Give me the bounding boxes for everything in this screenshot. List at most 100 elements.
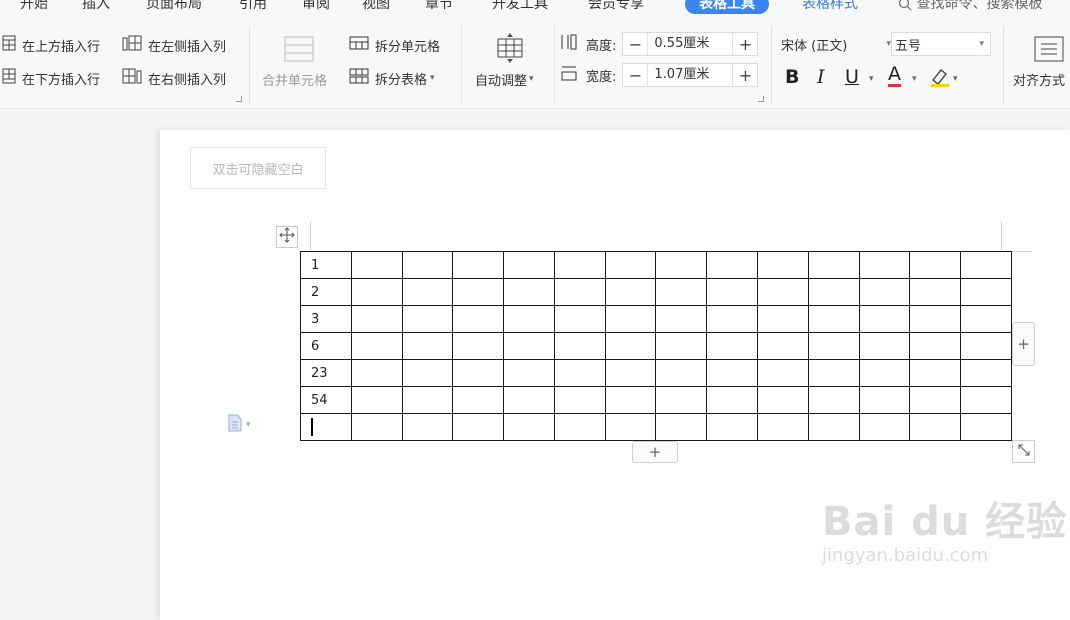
table-cell[interactable] [757, 332, 809, 360]
table-cell[interactable] [757, 413, 809, 441]
table-cell[interactable] [553, 359, 606, 387]
table-cell[interactable] [452, 359, 505, 387]
tab-insert[interactable]: 插入 [82, 0, 110, 14]
tab-view[interactable]: 视图 [362, 0, 390, 14]
table-cell[interactable] [604, 359, 657, 387]
insert-row-above-button[interactable]: 在上方插入行 [2, 34, 100, 56]
table-cell[interactable] [858, 305, 911, 333]
group-launcher-icon[interactable] [236, 96, 242, 102]
table-cell[interactable]: 54 [300, 386, 352, 414]
table-cell[interactable] [350, 305, 403, 333]
table-cell[interactable] [909, 359, 962, 387]
hide-blank-button[interactable]: 双击可隐藏空白 [190, 147, 326, 189]
add-column-button[interactable]: + [1012, 322, 1035, 366]
font-color-icon[interactable]: A [888, 64, 901, 87]
table-cell[interactable] [909, 305, 962, 333]
table-cell[interactable] [909, 251, 962, 279]
table-cell[interactable] [757, 251, 809, 279]
table-resize-handle[interactable] [1012, 440, 1035, 463]
table-cell[interactable] [503, 413, 555, 441]
table-cell[interactable]: 3 [300, 305, 352, 333]
table-cell[interactable] [503, 386, 555, 414]
table-cell[interactable] [401, 305, 454, 333]
table-cell[interactable] [655, 305, 708, 333]
group-launcher-icon[interactable] [758, 96, 764, 102]
table-cell[interactable] [807, 332, 860, 360]
table-cell[interactable] [706, 305, 759, 333]
table-cell[interactable] [553, 386, 606, 414]
insert-row-below-button[interactable]: 在下方插入行 [2, 67, 100, 89]
tab-developer[interactable]: 开发工具 [492, 0, 548, 14]
table-cell[interactable] [401, 386, 454, 414]
font-family-select[interactable]: 宋体 (正文) ▾ [777, 32, 891, 56]
tab-home[interactable]: 开始 [20, 0, 48, 14]
align-icon[interactable] [1034, 36, 1064, 66]
table-cell[interactable] [553, 251, 606, 279]
row-height-value[interactable]: 0.55厘米 [647, 33, 734, 55]
table-cell[interactable]: 2 [300, 278, 352, 306]
table-cell[interactable]: 23 [300, 359, 352, 387]
tab-review[interactable]: 审阅 [302, 0, 330, 14]
table-cell[interactable] [300, 413, 352, 441]
table-cell[interactable] [807, 386, 860, 414]
tab-table-tools[interactable]: 表格工具 [685, 0, 769, 14]
table-cell[interactable] [960, 386, 1012, 414]
table-cell[interactable] [604, 386, 657, 414]
table-cell[interactable] [452, 305, 505, 333]
table-cell[interactable] [401, 251, 454, 279]
table-cell[interactable] [503, 359, 555, 387]
table-cell[interactable] [503, 251, 555, 279]
tab-references[interactable]: 引用 [239, 0, 267, 14]
table-cell[interactable] [350, 251, 403, 279]
table-cell[interactable] [858, 251, 911, 279]
tab-chapter[interactable]: 章节 [425, 0, 453, 14]
table-cell[interactable] [401, 332, 454, 360]
table-cell[interactable]: 6 [300, 332, 352, 360]
table-cell[interactable] [655, 413, 708, 441]
table-cell[interactable] [350, 359, 403, 387]
table-move-handle[interactable] [276, 226, 298, 248]
table-cell[interactable] [503, 278, 555, 306]
table-cell[interactable] [553, 305, 606, 333]
col-width-increase-button[interactable]: + [733, 66, 757, 85]
table-cell[interactable] [706, 278, 759, 306]
table-cell[interactable] [807, 359, 860, 387]
table-cell[interactable] [807, 278, 860, 306]
table-cell[interactable] [757, 278, 809, 306]
table-cell[interactable] [706, 386, 759, 414]
table-cell[interactable] [655, 386, 708, 414]
highlight-icon[interactable] [929, 66, 951, 92]
table-cell[interactable] [858, 278, 911, 306]
table-cell[interactable]: 1 [300, 251, 352, 279]
table-cell[interactable] [655, 278, 708, 306]
table-cell[interactable] [960, 251, 1012, 279]
table-cell[interactable] [757, 359, 809, 387]
table-cell[interactable] [350, 332, 403, 360]
table-cell[interactable] [858, 359, 911, 387]
table-cell[interactable] [909, 332, 962, 360]
col-width-value[interactable]: 1.07厘米 [647, 64, 734, 86]
table-cell[interactable] [706, 359, 759, 387]
bold-icon[interactable]: B [785, 66, 799, 88]
table-cell[interactable] [401, 413, 454, 441]
add-row-button[interactable]: + [632, 441, 678, 463]
table-cell[interactable] [452, 386, 505, 414]
table-cell[interactable] [604, 305, 657, 333]
table-cell[interactable] [452, 332, 505, 360]
table-cell[interactable] [350, 413, 403, 441]
font-size-select[interactable]: 五号 ▾ [891, 32, 991, 56]
table-cell[interactable] [604, 413, 657, 441]
chevron-down-icon[interactable]: ▾ [869, 74, 874, 84]
table-cell[interactable] [604, 251, 657, 279]
table-cell[interactable] [350, 386, 403, 414]
table-cell[interactable] [960, 305, 1012, 333]
command-search[interactable]: 查找命令、搜索模板 [898, 0, 1042, 14]
table-cell[interactable] [858, 413, 911, 441]
table-cell[interactable] [909, 386, 962, 414]
italic-icon[interactable]: I [817, 66, 825, 88]
table-cell[interactable] [706, 251, 759, 279]
insert-col-left-button[interactable]: 在左侧插入列 [122, 34, 226, 56]
table-cell[interactable] [960, 332, 1012, 360]
table-cell[interactable] [706, 413, 759, 441]
table-cell[interactable] [655, 251, 708, 279]
